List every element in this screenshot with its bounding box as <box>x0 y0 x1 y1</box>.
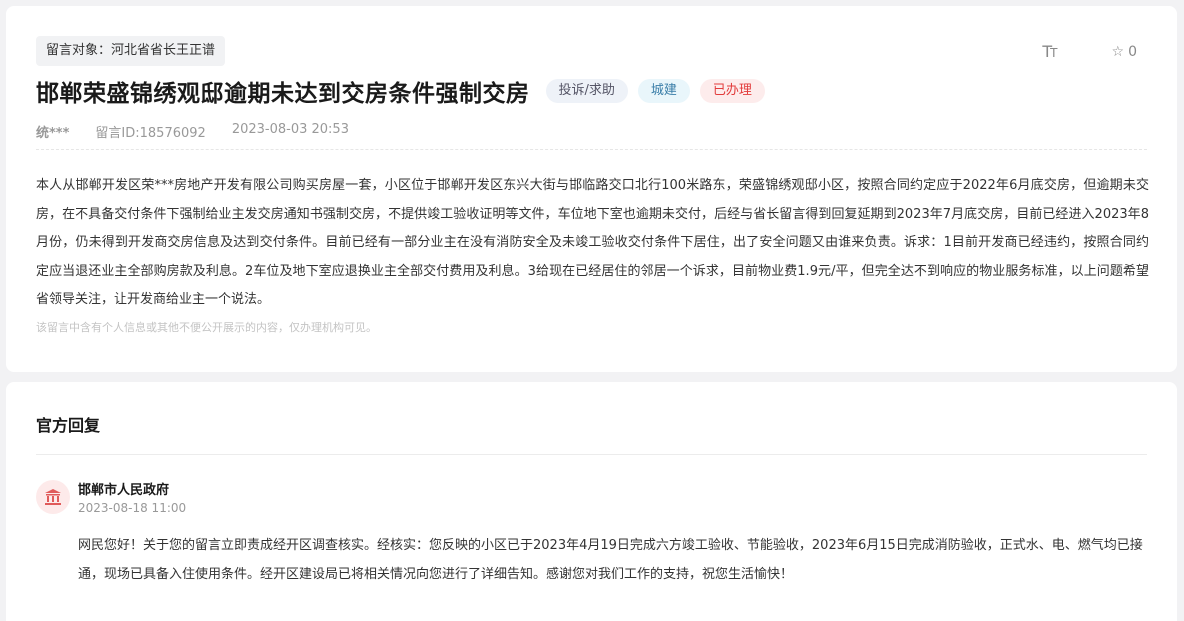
reply-card: 官方回复 邯郸市人民政府 2023-08-18 11:00 网民您好！关于您的留… <box>6 382 1177 621</box>
page-title: 邯郸荣盛锦绣观邸逾期未达到交房条件强制交房 <box>36 81 530 107</box>
font-size-icon[interactable]: TT <box>1042 42 1057 61</box>
divider <box>36 454 1147 455</box>
message-meta: 统*** 留言ID:18576092 2023-08-03 20:53 <box>36 122 349 141</box>
message-datetime: 2023-08-03 20:53 <box>231 122 349 137</box>
reply-content: 网民您好！关于您的留言立即责成经开区调查核实。经核实：您反映的小区已于2023年… <box>78 538 1143 582</box>
message-content: 本人从邯郸开发区荣***房地产开发有限公司购买房屋一套，小区位于邯郸开发区东兴大… <box>36 178 1149 307</box>
domain-tag[interactable]: 城建 <box>637 79 690 103</box>
toolbar: TT ☆ 0 <box>1042 42 1137 61</box>
divider <box>36 149 1147 150</box>
font-size-icon-big: T <box>1042 42 1052 61</box>
status-badge: 已办理 <box>699 79 765 103</box>
category-tag[interactable]: 投诉/求助 <box>545 79 628 103</box>
privacy-notice: 该留言中含有个人信息或其他不便公开展示的内容，仅办理机构可见。 <box>36 321 377 334</box>
government-building-icon <box>45 489 61 505</box>
title-row: 邯郸荣盛锦绣观邸逾期未达到交房条件强制交房 投诉/求助 城建 已办理 <box>36 74 765 108</box>
reply-date: 2023-08-18 11:00 <box>78 501 187 515</box>
favorite-count: 0 <box>1128 43 1137 60</box>
star-icon: ☆ <box>1111 43 1125 60</box>
favorite-button[interactable]: ☆ 0 <box>1112 44 1137 60</box>
reply-organization: 邯郸市人民政府 <box>78 483 170 498</box>
author-name: 统*** <box>36 126 70 141</box>
message-target-tag: 留言对象：河北省省长王正谱 <box>36 36 226 66</box>
font-size-icon-small: T <box>1050 46 1057 60</box>
message-card: 留言对象：河北省省长王正谱 TT ☆ 0 邯郸荣盛锦绣观邸逾期未达到交房条件强制… <box>6 6 1177 372</box>
message-id: 留言ID:18576092 <box>95 126 206 141</box>
reply-section-title: 官方回复 <box>36 416 101 435</box>
avatar <box>36 480 70 514</box>
